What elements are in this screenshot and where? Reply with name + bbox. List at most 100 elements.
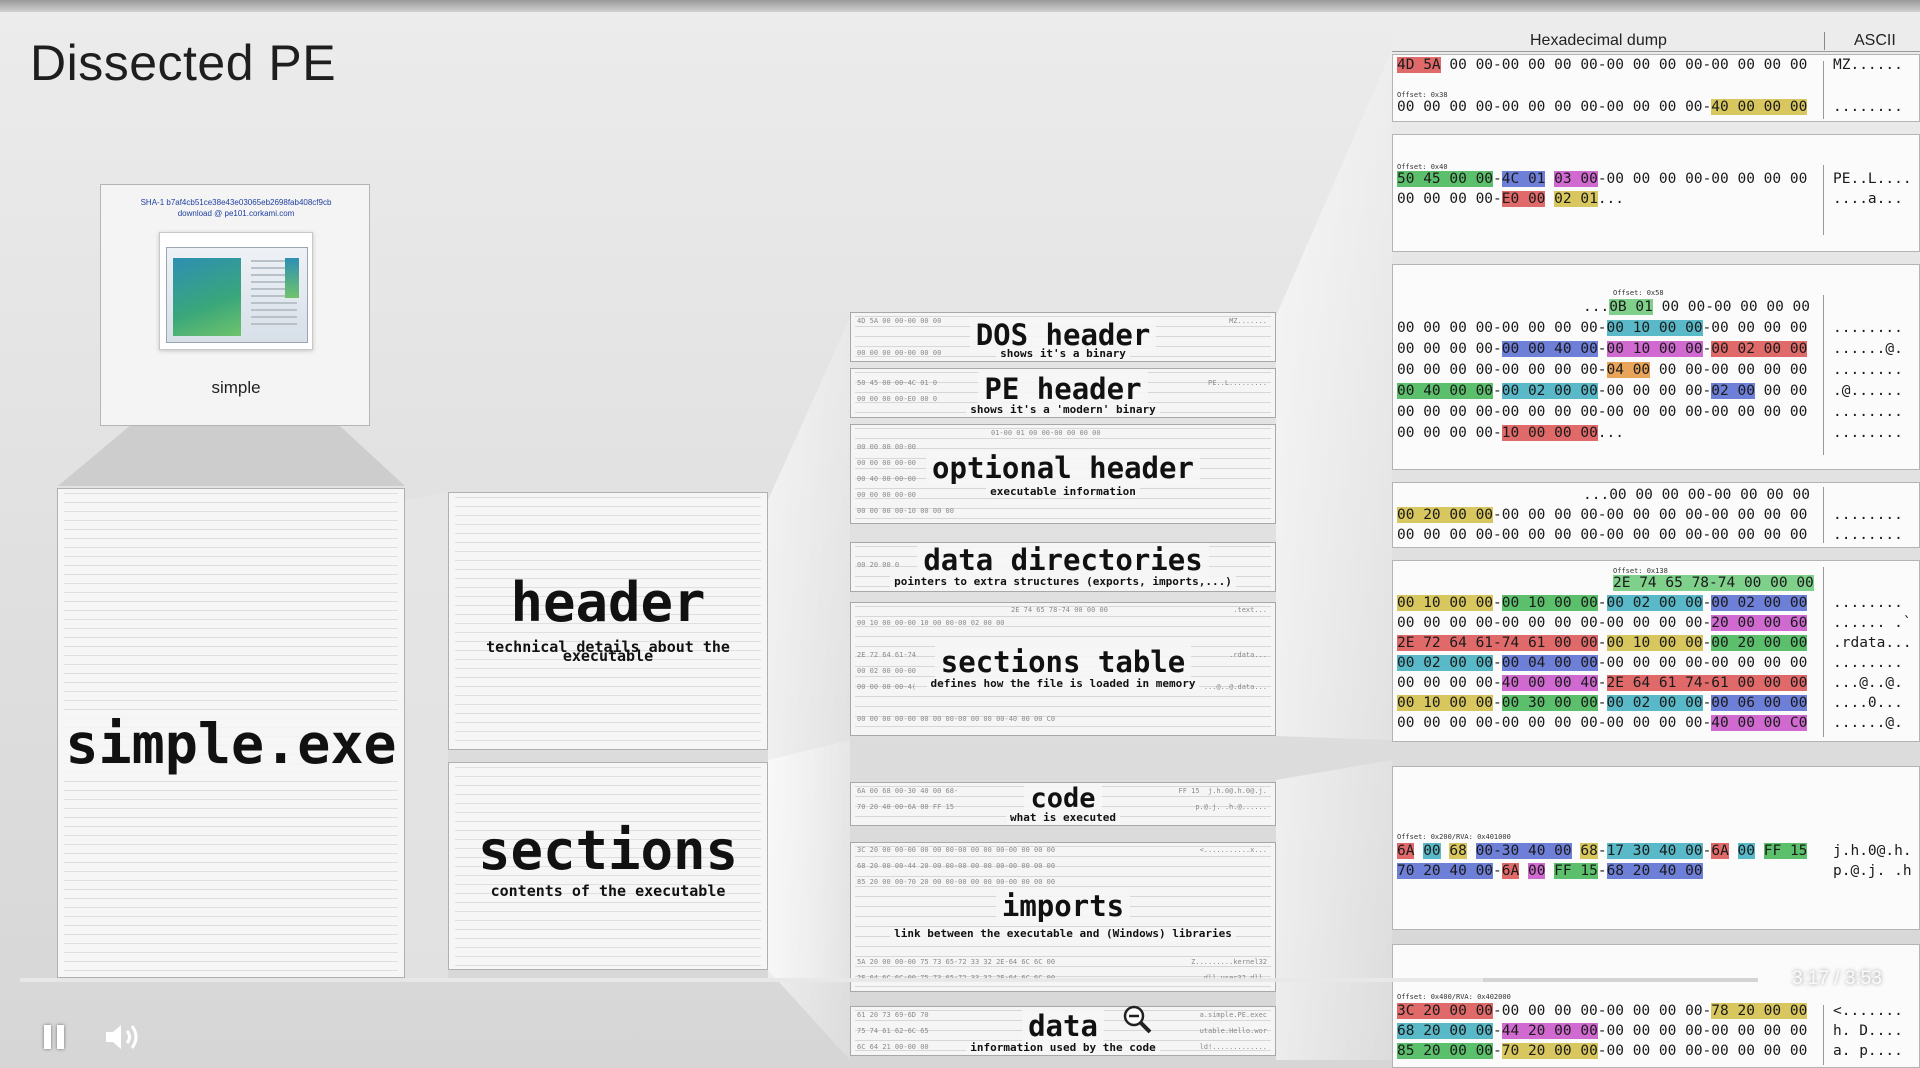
sections-table-box: 2E 74 65 78-74 00 00 00 .text... 00 10 0… <box>850 602 1276 736</box>
dump-block-optional: Offset: 0x58 ...0B 01 00 00-00 00 00 00 … <box>1392 264 1920 470</box>
optional-header-title: optional header <box>926 451 1200 485</box>
dump-line: 00 10 00 00-00 30 00 00-00 02 00 00-00 0… <box>1397 695 1808 711</box>
sections-table-title: sections table <box>934 645 1192 679</box>
ascii-line: ......@. <box>1833 715 1903 731</box>
ascii-line: PE..L.... <box>1833 171 1912 187</box>
dump-line: 00 40 00 00-00 02 00 00-00 00 00 00-02 0… <box>1397 383 1808 399</box>
dump-line: ...0B 01 00 00-00 00 00 00 <box>1583 299 1810 315</box>
header-part-title: header <box>510 571 706 634</box>
dump-block-code: Offset: 0x200/RVA: 0x401000 6A 00 68 00-… <box>1392 766 1920 930</box>
pe-header-title: PE header <box>978 372 1148 406</box>
ascii-line: ........ <box>1833 99 1903 115</box>
dump-offset: Offset: 0x400/RVA: 0x402000 <box>1397 993 1511 1001</box>
dump-block-dos: 4D 5A 00 00-00 00 00 00-00 00 00 00-00 0… <box>1392 54 1920 122</box>
dump-offset: Offset: 0x58 <box>1613 289 1664 297</box>
dump-line: 50 45 00 00-4C 01 03 00-00 00 00 00-00 0… <box>1397 171 1808 187</box>
file-label: simple.exe <box>58 711 404 777</box>
dump-line: 00 02 00 00-00 04 00 00-00 00 00 00-00 0… <box>1397 655 1808 671</box>
code-subtitle: what is executed <box>1006 811 1120 824</box>
imports-box: 3C 20 00 00-00 00 00 00-00 00 00 00-00 0… <box>850 842 1276 992</box>
dump-line: 00 00 00 00-00 00 00 00-00 00 00 00-20 0… <box>1397 615 1808 631</box>
sha-hash: SHA-1 b7af4cb51ce38e43e03065eb2698fab408… <box>140 198 332 207</box>
pause-icon-bar <box>57 1025 64 1049</box>
dump-offset: Offset: 0x200/RVA: 0x401000 <box>1397 833 1511 841</box>
ascii-line: a. p.... <box>1833 1043 1903 1059</box>
ascii-line: ......@. <box>1833 341 1903 357</box>
ascii-line: ........ <box>1833 527 1903 543</box>
data-title: data <box>1022 1009 1104 1043</box>
ascii-line: ....0... <box>1833 695 1903 711</box>
dump-line: ...00 00 00 00-00 00 00 00 <box>1583 487 1810 503</box>
dump-line: 4D 5A 00 00-00 00 00 00-00 00 00 00-00 0… <box>1397 57 1808 73</box>
ascii-line: ........ <box>1833 507 1903 523</box>
ascii-line: ...@..@. <box>1833 675 1903 691</box>
data-directories-subtitle: pointers to extra structures (exports, i… <box>890 575 1236 588</box>
dump-line: 00 00 00 00-10 00 00 00... <box>1397 425 1624 441</box>
optional-header-subtitle: executable information <box>986 485 1140 498</box>
dump-block-sections: Offset: 0x138 2E 74 65 78-74 00 00 00 00… <box>1392 560 1920 742</box>
progress-bar[interactable] <box>20 978 1758 982</box>
data-directories-box: 00 20 00 0 data directories pointers to … <box>850 542 1276 592</box>
dump-line: 00 00 00 00-00 00 00 00-00 00 00 00-40 0… <box>1397 99 1808 115</box>
dump-header: Hexadecimal dump ASCII <box>1392 30 1920 52</box>
dump-line: 00 00 00 00-40 00 00 40-2E 64 61 74-61 0… <box>1397 675 1808 691</box>
dump-line: 68 20 00 00-44 20 00 00-00 00 00 00-00 0… <box>1397 1023 1808 1039</box>
ascii-line: ........ <box>1833 595 1903 611</box>
app-window-icon <box>159 232 313 350</box>
dump-line: 00 00 00 00-00 00 00 00-00 10 00 00-00 0… <box>1397 320 1808 336</box>
ascii-line: ........ <box>1833 655 1903 671</box>
ascii-line: MZ...... <box>1833 57 1903 73</box>
dos-header-subtitle: shows it's a binary <box>996 347 1130 360</box>
dump-line: 00 10 00 00-00 10 00 00-00 02 00 00-00 0… <box>1397 595 1808 611</box>
dump-line: 00 20 00 00-00 00 00 00-00 00 00 00-00 0… <box>1397 507 1808 523</box>
pe-header-subtitle: shows it's a 'modern' binary <box>966 403 1160 416</box>
pause-button[interactable] <box>40 1022 68 1052</box>
ascii-heading: ASCII <box>1854 32 1896 49</box>
sections-part-panel: sections contents of the executable <box>448 762 768 970</box>
video-frame[interactable]: Dissected PE SHA-1 b7af4cb51ce38e43e0306… <box>0 0 1920 1068</box>
top-strip <box>0 0 1920 12</box>
imports-title: imports <box>995 889 1131 923</box>
pe-header-box: 50 45 00 00-4C 01 0 00 00 00 00-E0 00 0 … <box>850 368 1276 418</box>
progress-fill <box>20 978 1484 982</box>
dump-line: 85 20 00 00-70 20 00 00-00 00 00 00-00 0… <box>1397 1043 1808 1059</box>
dump-line: 3C 20 00 00-00 00 00 00-00 00 00 00-78 2… <box>1397 1003 1808 1019</box>
ascii-line: p.@.j. .h <box>1833 863 1912 879</box>
ascii-line: ........ <box>1833 320 1903 336</box>
ascii-line: <....... <box>1833 1003 1903 1019</box>
dump-block-directories: ...00 00 00 00-00 00 00 00 00 20 00 00-0… <box>1392 482 1920 548</box>
ascii-line: ........ <box>1833 425 1903 441</box>
data-box: 61 20 73 69-6D 70 75 74 61 62-6C 65 6C 6… <box>850 1006 1276 1056</box>
code-box: 6A 00 68 00-30 40 00 68- 70 20 40 00-6A … <box>850 782 1276 826</box>
ascii-line: .@...... <box>1833 383 1903 399</box>
ascii-line: h. D.... <box>1833 1023 1903 1039</box>
volume-button[interactable] <box>102 1020 148 1054</box>
ascii-line: j.h.0@.h. <box>1833 843 1912 859</box>
dump-line: 2E 72 64 61-74 61 00 00-00 10 00 00-00 2… <box>1397 635 1808 651</box>
file-thumbnail: SHA-1 b7af4cb51ce38e43e03065eb2698fab408… <box>100 184 370 426</box>
dump-line: 00 00 00 00-00 00 00 00-00 00 00 00-00 0… <box>1397 404 1808 420</box>
header-part-subtitle: technical details about the executable <box>486 638 730 665</box>
imports-subtitle: link between the executable and (Windows… <box>890 927 1236 940</box>
dump-block-pe: Offset: 0x40 50 45 00 00-4C 01 03 00-00 … <box>1392 134 1920 252</box>
pause-icon <box>44 1025 51 1049</box>
dump-line: 00 00 00 00-00 00 00 00-00 00 00 00-40 0… <box>1397 715 1808 731</box>
zoom-cursor-icon <box>1123 1005 1152 1034</box>
ascii-line: ........ <box>1833 362 1903 378</box>
ascii-line: ........ <box>1833 404 1903 420</box>
data-subtitle: information used by the code <box>966 1041 1160 1054</box>
ascii-line: ....a... <box>1833 191 1903 207</box>
optional-header-box: 01-00 01 00 00-00 00 00 00 00 00 00 00-0… <box>850 424 1276 524</box>
volume-icon <box>106 1025 138 1049</box>
dump-line: 00 00 00 00-E0 00 02 01... <box>1397 191 1625 207</box>
sections-part-subtitle: contents of the executable <box>490 882 726 900</box>
dump-line: 2E 74 65 78-74 00 00 00 <box>1613 575 1814 591</box>
ascii-line: ...... .` <box>1833 615 1912 631</box>
time-display: 3:17 / 3:53 <box>1792 968 1882 989</box>
dump-line: 00 00 00 00-00 00 00 00-04 00 00 00-00 0… <box>1397 362 1808 378</box>
data-directories-title: data directories <box>917 543 1209 577</box>
sha-text: SHA-1 b7af4cb51ce38e43e03065eb2698fab408… <box>101 197 371 219</box>
dump-line: 00 00 00 00-00 00 40 00-00 10 00 00-00 0… <box>1397 341 1808 357</box>
code-title: code <box>1024 783 1102 814</box>
dump-line: 6A 00 68 00-30 40 00 68-17 30 40 00-6A 0… <box>1397 843 1808 859</box>
